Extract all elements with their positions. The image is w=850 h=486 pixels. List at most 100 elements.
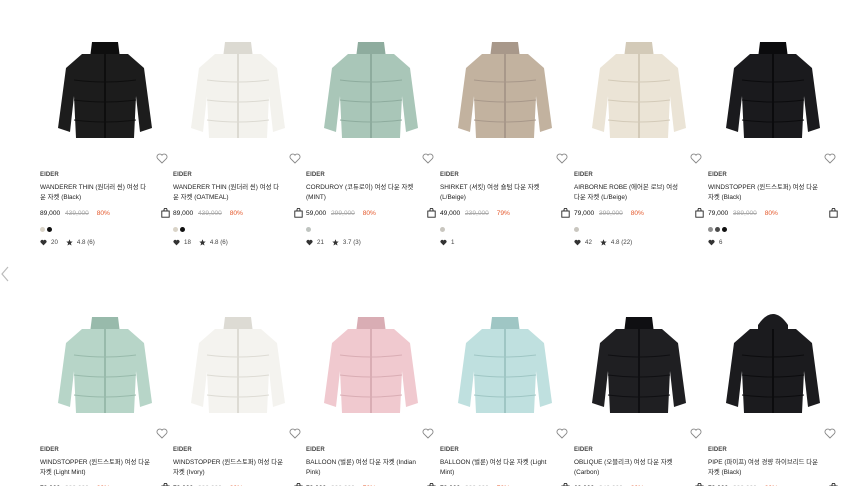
original-price: 299,000: [331, 210, 355, 217]
like-count: 1: [451, 239, 455, 246]
shopping-bag-icon[interactable]: [561, 208, 570, 218]
product-image[interactable]: [40, 20, 170, 164]
shopping-bag-icon[interactable]: [294, 208, 303, 218]
product-name[interactable]: WINDSTOPPER (윈드스토퍼) 여성 다운 자켓 (Light Mint…: [40, 458, 150, 478]
discount-rate: 80%: [362, 210, 376, 217]
star-icon: [66, 239, 73, 246]
product-image[interactable]: [708, 295, 838, 439]
product-image[interactable]: [173, 20, 303, 164]
color-swatch[interactable]: [708, 227, 713, 232]
color-swatch[interactable]: [306, 227, 311, 232]
product-image[interactable]: [574, 295, 704, 439]
color-swatch[interactable]: [722, 227, 727, 232]
heart-outline-icon[interactable]: [289, 428, 301, 439]
sale-price: 59,000: [306, 210, 327, 217]
discount-rate: 80%: [229, 210, 243, 217]
product-name[interactable]: PIPE (파이프) 여성 경량 하이브리드 다운 자켓 (Black): [708, 458, 818, 478]
heart-outline-icon[interactable]: [556, 428, 568, 439]
rating: 4.8 (22): [610, 239, 633, 246]
product-card[interactable]: EIDER SHIRKET (셔킷) 여성 숄텀 다운 자켓 (L/Beige)…: [440, 20, 570, 246]
heart-outline-icon[interactable]: [156, 428, 168, 439]
product-image[interactable]: [708, 20, 838, 164]
heart-filled-icon: [40, 239, 47, 246]
product-image[interactable]: [40, 295, 170, 439]
product-stats: 1: [440, 239, 454, 246]
star-icon: [600, 239, 607, 246]
shopping-bag-icon[interactable]: [695, 208, 704, 218]
brand-name: EIDER: [173, 447, 192, 453]
sale-price: 79,000: [708, 210, 729, 217]
sale-price: 49,000: [440, 210, 461, 217]
original-price: 439,000: [65, 210, 89, 217]
color-swatch[interactable]: [440, 227, 445, 232]
product-name[interactable]: CORDUROY (코듀로이) 여성 다운 자켓 (MINT): [306, 183, 416, 203]
product-card[interactable]: EIDER OBLIQUE (오블리크) 여성 다운 자켓 (Carbon) 6…: [574, 295, 704, 486]
product-name[interactable]: WANDERER THIN (원더러 씬) 여성 다운 자켓 (Black): [40, 183, 150, 203]
heart-outline-icon[interactable]: [422, 153, 434, 164]
product-name[interactable]: AIRBORNE ROBE (에어본 로브) 여성 다운 자켓 (L/Beige…: [574, 183, 684, 203]
color-swatch[interactable]: [173, 227, 178, 232]
product-card[interactable]: EIDER BALLOON (벌룬) 여성 다운 자켓 (Light Mint)…: [440, 295, 570, 486]
like-count: 6: [719, 239, 723, 246]
product-image[interactable]: [306, 295, 436, 439]
product-name[interactable]: BALLOON (벌룬) 여성 다운 자켓 (Indian Pink): [306, 458, 416, 478]
product-name[interactable]: WINDSTOPPER (윈드스토퍼) 여성 다운 자켓 (Black): [708, 183, 818, 203]
product-image[interactable]: [574, 20, 704, 164]
heart-outline-icon[interactable]: [556, 153, 568, 164]
color-swatch[interactable]: [574, 227, 579, 232]
product-card[interactable]: EIDER AIRBORNE ROBE (에어본 로브) 여성 다운 자켓 (L…: [574, 20, 704, 246]
shopping-bag-icon[interactable]: [161, 208, 170, 218]
price-row: 79,000 399,000 80%: [574, 210, 644, 217]
product-card[interactable]: EIDER WANDERER THIN (원더러 씬) 여성 다운 자켓 (Bl…: [40, 20, 170, 246]
price-row: 89,000 439,000 80%: [40, 210, 110, 217]
color-swatch[interactable]: [40, 227, 45, 232]
heart-outline-icon[interactable]: [824, 428, 836, 439]
brand-name: EIDER: [306, 172, 325, 178]
like-count: 42: [585, 239, 592, 246]
product-card[interactable]: EIDER WINDSTOPPER (윈드스토퍼) 여성 다운 자켓 (Ivor…: [173, 295, 303, 486]
heart-outline-icon[interactable]: [156, 153, 168, 164]
brand-name: EIDER: [40, 447, 59, 453]
product-card[interactable]: EIDER WINDSTOPPER (윈드스토퍼) 여성 다운 자켓 (Blac…: [708, 20, 838, 246]
brand-name: EIDER: [708, 172, 727, 178]
color-swatches: [708, 227, 727, 232]
chevron-left-icon[interactable]: [0, 266, 10, 282]
product-name[interactable]: SHIRKET (셔킷) 여성 숄텀 다운 자켓 (L/Beige): [440, 183, 550, 203]
product-card[interactable]: EIDER BALLOON (벌룬) 여성 다운 자켓 (Indian Pink…: [306, 295, 436, 486]
product-name[interactable]: BALLOON (벌룬) 여성 다운 자켓 (Light Mint): [440, 458, 550, 478]
product-image[interactable]: [306, 20, 436, 164]
product-card[interactable]: EIDER WINDSTOPPER (윈드스토퍼) 여성 다운 자켓 (Ligh…: [40, 295, 170, 486]
brand-name: EIDER: [173, 172, 192, 178]
color-swatch[interactable]: [180, 227, 185, 232]
product-card[interactable]: EIDER PIPE (파이프) 여성 경량 하이브리드 다운 자켓 (Blac…: [708, 295, 838, 486]
product-grid: EIDER WANDERER THIN (원더러 씬) 여성 다운 자켓 (Bl…: [0, 0, 850, 486]
heart-outline-icon[interactable]: [690, 428, 702, 439]
heart-outline-icon[interactable]: [289, 153, 301, 164]
brand-name: EIDER: [440, 172, 459, 178]
like-count: 20: [51, 239, 58, 246]
product-stats: 21 3.7 (3): [306, 239, 361, 246]
shopping-bag-icon[interactable]: [427, 208, 436, 218]
product-card[interactable]: EIDER WANDERER THIN (원더러 씬) 여성 다운 자켓 (OA…: [173, 20, 303, 246]
color-swatches: [173, 227, 185, 232]
product-image[interactable]: [440, 20, 570, 164]
price-row: 59,000 299,000 80%: [306, 210, 376, 217]
product-card[interactable]: EIDER CORDUROY (코듀로이) 여성 다운 자켓 (MINT) 59…: [306, 20, 436, 246]
product-image[interactable]: [440, 295, 570, 439]
star-icon: [199, 239, 206, 246]
product-image[interactable]: [173, 295, 303, 439]
product-name[interactable]: WANDERER THIN (원더러 씬) 여성 다운 자켓 (OATMEAL): [173, 183, 283, 203]
product-name[interactable]: OBLIQUE (오블리크) 여성 다운 자켓 (Carbon): [574, 458, 684, 478]
color-swatch[interactable]: [715, 227, 720, 232]
heart-outline-icon[interactable]: [824, 153, 836, 164]
heart-filled-icon: [574, 239, 581, 246]
shopping-bag-icon[interactable]: [829, 208, 838, 218]
sale-price: 89,000: [40, 210, 61, 217]
heart-outline-icon[interactable]: [690, 153, 702, 164]
brand-name: EIDER: [40, 172, 59, 178]
product-name[interactable]: WINDSTOPPER (윈드스토퍼) 여성 다운 자켓 (Ivory): [173, 458, 283, 478]
heart-outline-icon[interactable]: [422, 428, 434, 439]
color-swatch[interactable]: [47, 227, 52, 232]
price-row: 49,000 239,000 79%: [440, 210, 510, 217]
discount-rate: 79%: [496, 210, 510, 217]
